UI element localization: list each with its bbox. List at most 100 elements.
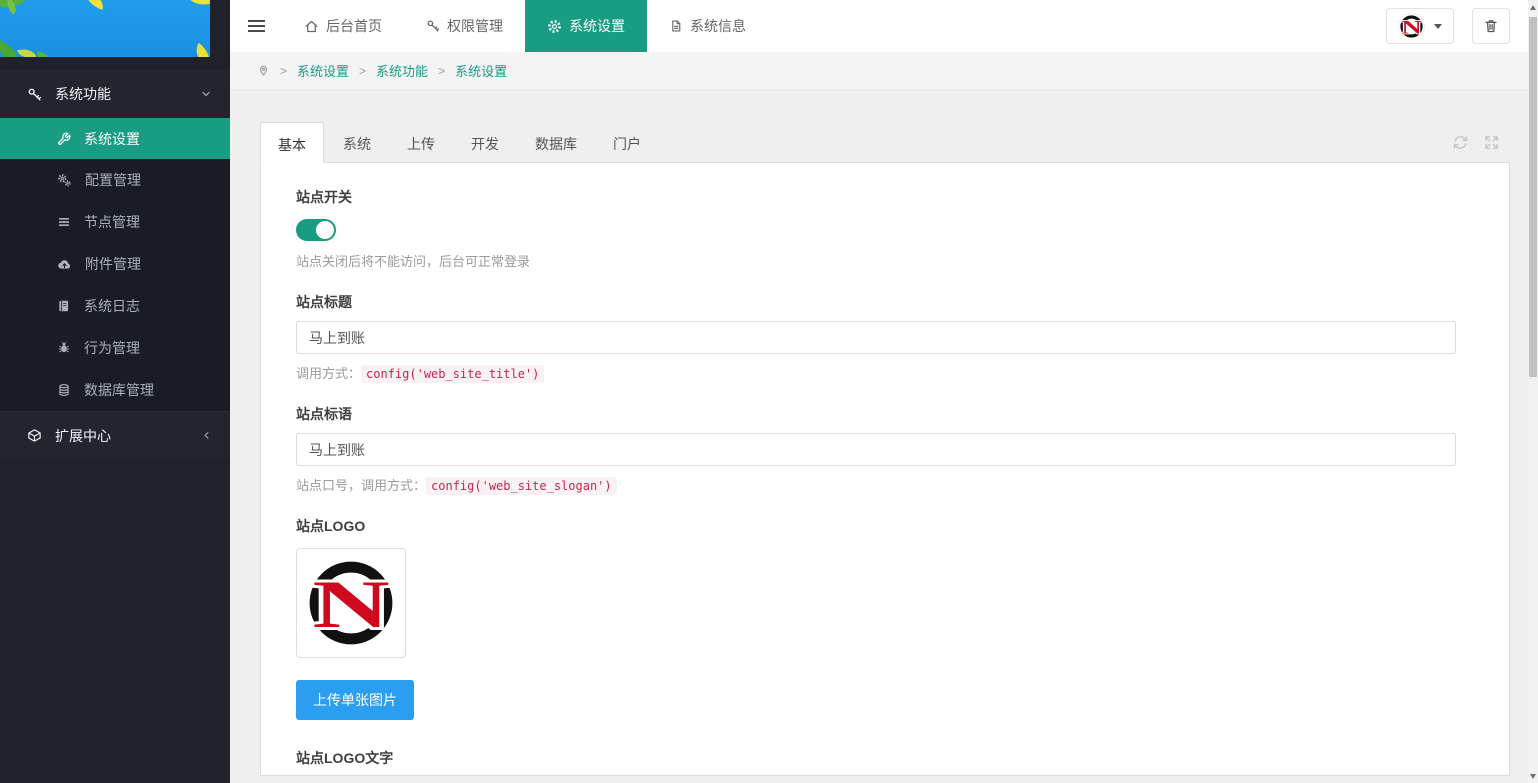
sidebar-item-system-settings[interactable]: 系统设置 — [0, 118, 230, 159]
refresh-icon[interactable] — [1452, 134, 1469, 151]
help-text: 站点口号，调用方式： — [296, 478, 426, 493]
cube-icon — [27, 428, 42, 443]
tab-portal[interactable]: 门户 — [596, 122, 658, 162]
home-icon — [304, 19, 319, 34]
toggle-knob — [316, 221, 334, 239]
site-slogan-input[interactable] — [296, 433, 1456, 466]
leaf-decoration — [17, 46, 36, 57]
cogs-icon — [57, 173, 72, 188]
help-code: config('web_site_slogan') — [426, 477, 617, 495]
field-help-site-slogan: 站点口号，调用方式：config('web_site_slogan') — [296, 475, 1454, 494]
sidebar-item-label: 系统日志 — [84, 296, 140, 316]
tab-basic[interactable]: 基本 — [260, 122, 324, 163]
field-help-site-switch: 站点关闭后将不能访问，后台可正常登录 — [296, 251, 1454, 270]
sidebar-item-system-logs[interactable]: 系统日志 — [0, 285, 230, 327]
breadcrumb-link[interactable]: 系统设置 — [297, 61, 349, 80]
sidebar-group-system-functions[interactable]: 系统功能 — [0, 70, 230, 118]
nav-tab-system-info[interactable]: 系统信息 — [647, 0, 768, 52]
field-label-site-switch: 站点开关 — [296, 187, 1454, 207]
tab-database[interactable]: 数据库 — [518, 122, 594, 162]
site-title-input[interactable] — [296, 321, 1456, 354]
sidebar-item-label: 附件管理 — [85, 254, 141, 274]
scrollbar-thumb[interactable] — [1529, 17, 1537, 377]
sidebar-banner-image — [0, 0, 210, 57]
upload-single-image-button[interactable]: 上传单张图片 — [296, 680, 414, 720]
list-icon — [57, 215, 71, 229]
site-logo-preview[interactable]: N — [296, 548, 406, 658]
breadcrumb-link[interactable]: 系统功能 — [376, 61, 428, 80]
nav-tab-label: 系统信息 — [690, 16, 746, 36]
tab-content-basic: 站点开关 站点关闭后将不能访问，后台可正常登录 站点标题 调用方式：config… — [260, 163, 1510, 776]
menu-toggle-button[interactable] — [230, 0, 282, 52]
sidebar-item-label: 行为管理 — [84, 338, 140, 358]
help-code: config('web_site_title') — [361, 365, 544, 383]
field-help-site-title: 调用方式：config('web_site_title') — [296, 363, 1454, 382]
user-menu-button[interactable]: N — [1386, 8, 1454, 44]
settings-tab-bar: 基本 系统 上传 开发 数据库 门户 — [260, 122, 1510, 163]
clear-cache-button[interactable] — [1472, 8, 1510, 44]
sidebar-item-label: 配置管理 — [85, 170, 141, 190]
sidebar-item-behavior-management[interactable]: 行为管理 — [0, 327, 230, 369]
field-label-site-logo-text: 站点LOGO文字 — [296, 748, 1454, 768]
sidebar-group-extension-center[interactable]: 扩展中心 — [0, 411, 230, 459]
trash-icon — [1483, 18, 1499, 34]
navbar-right-tools: N — [1386, 0, 1528, 52]
nav-tab-label: 后台首页 — [326, 16, 382, 36]
sidebar: 系统功能 系统设置 配置管理 节点管理 附件管理 系统日志 行为管理 — [0, 0, 230, 783]
field-label-site-logo: 站点LOGO — [296, 516, 1454, 536]
user-avatar: N — [1398, 13, 1425, 40]
top-navbar: 后台首页 权限管理 系统设置 系统信息 N — [230, 0, 1528, 52]
leaf-decoration — [188, 0, 210, 11]
nav-tab-dashboard[interactable]: 后台首页 — [282, 0, 404, 52]
sidebar-item-label: 节点管理 — [84, 212, 140, 232]
leaf-decoration — [35, 52, 55, 57]
breadcrumb-separator: > — [280, 64, 287, 78]
caret-down-icon — [1434, 24, 1442, 29]
cloud-upload-icon — [57, 257, 72, 272]
scrollbar-down-arrow[interactable] — [1528, 769, 1538, 783]
map-pin-icon — [257, 64, 270, 77]
sidebar-item-config-management[interactable]: 配置管理 — [0, 159, 230, 201]
sidebar-group-label: 扩展中心 — [55, 426, 111, 446]
file-icon — [669, 19, 683, 33]
key-icon — [426, 19, 440, 33]
chevron-down-icon — [200, 88, 212, 100]
field-label-site-slogan: 站点标语 — [296, 404, 1454, 424]
help-text: 调用方式： — [296, 366, 361, 381]
tab-develop[interactable]: 开发 — [454, 122, 516, 162]
chevron-left-icon — [201, 430, 212, 441]
main-content: 基本 系统 上传 开发 数据库 门户 站点开关 站点关闭后将不能访问，后台可正常… — [230, 90, 1528, 783]
leaf-decoration — [190, 43, 210, 57]
tab-upload[interactable]: 上传 — [390, 122, 452, 162]
gear-icon — [547, 19, 562, 34]
sidebar-item-database-management[interactable]: 数据库管理 — [0, 369, 230, 411]
book-icon — [57, 299, 71, 313]
key-icon — [27, 87, 42, 102]
field-label-site-title: 站点标题 — [296, 292, 1454, 312]
svg-text:N: N — [1401, 17, 1422, 38]
expand-icon[interactable] — [1483, 134, 1500, 151]
sidebar-item-label: 数据库管理 — [84, 380, 154, 400]
panel-tools — [1452, 122, 1510, 162]
breadcrumb-separator: > — [359, 64, 366, 78]
nav-tab-label: 权限管理 — [447, 16, 503, 36]
sidebar-submenu: 系统设置 配置管理 节点管理 附件管理 系统日志 行为管理 数据库管理 — [0, 118, 230, 411]
nav-tab-system-settings[interactable]: 系统设置 — [525, 0, 647, 52]
svg-text:N: N — [312, 566, 389, 642]
nav-tab-permissions[interactable]: 权限管理 — [404, 0, 525, 52]
scrollbar-up-arrow[interactable] — [1528, 0, 1538, 14]
site-switch-toggle[interactable] — [296, 219, 336, 241]
breadcrumb: > 系统设置 > 系统功能 > 系统设置 — [230, 52, 1528, 90]
breadcrumb-link[interactable]: 系统设置 — [455, 61, 507, 80]
page-scrollbar[interactable] — [1528, 0, 1538, 783]
settings-panel: 基本 系统 上传 开发 数据库 门户 站点开关 站点关闭后将不能访问，后台可正常… — [260, 122, 1510, 776]
nav-tab-label: 系统设置 — [569, 16, 625, 36]
sidebar-item-node-management[interactable]: 节点管理 — [0, 201, 230, 243]
breadcrumb-separator: > — [438, 64, 445, 78]
sidebar-item-attachment-management[interactable]: 附件管理 — [0, 243, 230, 285]
leaf-decoration — [82, 0, 106, 10]
sidebar-group-label: 系统功能 — [55, 84, 111, 104]
tab-system[interactable]: 系统 — [326, 122, 388, 162]
site-logo: N — [305, 557, 397, 649]
wrench-icon — [57, 132, 71, 146]
